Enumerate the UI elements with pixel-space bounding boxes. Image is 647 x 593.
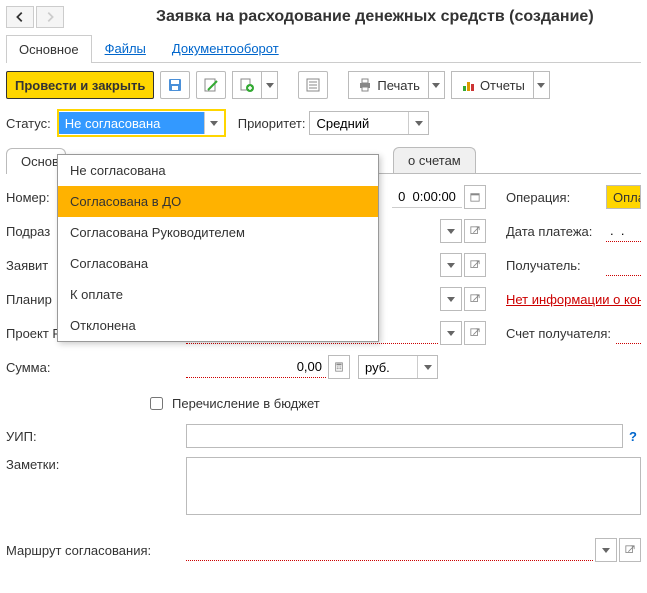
caret-down-icon <box>447 297 455 302</box>
route-dropdown-button[interactable] <box>595 538 617 562</box>
print-icon <box>357 77 373 93</box>
post-and-close-button[interactable]: Провести и закрыть <box>6 71 154 99</box>
post-icon <box>203 77 219 93</box>
number-time-input[interactable] <box>392 186 462 208</box>
status-label: Статус: <box>6 116 51 131</box>
currency-dropdown-button[interactable] <box>417 356 437 378</box>
caret-down-icon <box>415 121 423 126</box>
open-icon <box>470 260 480 270</box>
caret-down-icon <box>447 263 455 268</box>
plan-open-button[interactable] <box>464 287 486 311</box>
project-open-button[interactable] <box>464 321 486 345</box>
uip-label: УИП: <box>6 429 186 444</box>
caret-down-icon <box>537 83 545 88</box>
calendar-icon <box>470 192 480 202</box>
post-button[interactable] <box>196 71 226 99</box>
reports-label: Отчеты <box>480 78 525 93</box>
paydate-input[interactable] <box>606 220 641 242</box>
save-icon <box>167 77 183 93</box>
date-picker-button[interactable] <box>464 185 486 209</box>
priority-dropdown-button[interactable] <box>408 112 428 134</box>
reports-icon <box>460 77 476 93</box>
reports-button[interactable]: Отчеты <box>451 71 534 99</box>
subdiv-dropdown-button[interactable] <box>440 219 462 243</box>
create-based-on-button[interactable] <box>232 71 262 99</box>
caret-down-icon <box>424 365 432 370</box>
applicant-dropdown-button[interactable] <box>440 253 462 277</box>
project-dropdown-button[interactable] <box>440 321 462 345</box>
status-option[interactable]: Отклонена <box>58 310 378 341</box>
list-icon <box>305 77 321 93</box>
caret-down-icon <box>210 121 218 126</box>
caret-down-icon <box>447 331 455 336</box>
open-icon <box>470 226 480 236</box>
status-option[interactable]: К оплате <box>58 279 378 310</box>
status-option[interactable]: Согласована <box>58 248 378 279</box>
nav-back-button[interactable] <box>6 6 34 28</box>
route-label: Маршрут согласования: <box>6 543 186 558</box>
tab-docflow[interactable]: Документооборот <box>159 34 292 62</box>
sum-input[interactable] <box>186 356 326 378</box>
save-button[interactable] <box>160 71 190 99</box>
caret-down-icon <box>447 229 455 234</box>
caret-down-icon <box>266 83 274 88</box>
open-icon <box>625 545 635 555</box>
calculator-icon <box>334 362 344 372</box>
priority-input[interactable] <box>310 112 408 134</box>
status-input[interactable] <box>59 112 204 134</box>
tab-main[interactable]: Основное <box>6 35 92 63</box>
route-open-button[interactable] <box>619 538 641 562</box>
status-dropdown-list: Не согласована Согласована в ДО Согласов… <box>57 154 379 342</box>
route-input[interactable] <box>186 539 593 561</box>
account-input[interactable] <box>616 322 641 344</box>
list-button[interactable] <box>298 71 328 99</box>
arrow-left-icon <box>13 10 27 24</box>
status-option[interactable]: Согласована в ДО <box>58 186 378 217</box>
status-dropdown-button[interactable] <box>204 112 224 134</box>
print-button[interactable]: Печать <box>348 71 429 99</box>
uip-help-button[interactable]: ? <box>625 429 641 444</box>
budget-label: Перечисление в бюджет <box>172 396 320 411</box>
currency-input[interactable] <box>359 356 417 378</box>
open-icon <box>470 328 480 338</box>
page-title: Заявка на расходование денежных средств … <box>156 8 594 26</box>
reports-dropdown[interactable] <box>534 71 550 99</box>
recipient-label: Получатель: <box>506 258 606 273</box>
calculator-button[interactable] <box>328 355 350 379</box>
tab-files[interactable]: Файлы <box>92 34 159 62</box>
sum-label: Сумма: <box>6 360 186 375</box>
create-based-on-icon <box>239 77 255 93</box>
notes-textarea[interactable] <box>186 457 641 515</box>
notes-label: Заметки: <box>6 457 186 472</box>
plan-dropdown-button[interactable] <box>440 287 462 311</box>
no-contractor-info-link[interactable]: Нет информации о контраг <box>506 292 641 307</box>
print-dropdown[interactable] <box>429 71 445 99</box>
doc-tab-accounts[interactable]: о счетам <box>393 147 476 173</box>
create-based-on-dropdown[interactable] <box>262 71 278 99</box>
toolbar: Провести и закрыть Печать Отчеты <box>6 71 641 99</box>
open-icon <box>470 294 480 304</box>
nav-forward-button[interactable] <box>36 6 64 28</box>
applicant-open-button[interactable] <box>464 253 486 277</box>
recipient-input[interactable] <box>606 254 641 276</box>
caret-down-icon <box>432 83 440 88</box>
account-label: Счет получателя: <box>506 326 616 341</box>
status-option[interactable]: Согласована Руководителем <box>58 217 378 248</box>
arrow-right-icon <box>43 10 57 24</box>
priority-label: Приоритет: <box>238 116 306 131</box>
operation-label: Операция: <box>506 190 606 205</box>
paydate-label: Дата платежа: <box>506 224 606 239</box>
status-field-highlight <box>57 109 226 137</box>
operation-value[interactable]: Оплата п <box>606 185 641 209</box>
uip-input[interactable] <box>186 424 623 448</box>
budget-checkbox[interactable] <box>150 397 163 410</box>
caret-down-icon <box>602 548 610 553</box>
subdiv-open-button[interactable] <box>464 219 486 243</box>
status-option[interactable]: Не согласована <box>58 155 378 186</box>
view-tabs: Основное Файлы Документооборот <box>6 34 641 63</box>
print-label: Печать <box>377 78 420 93</box>
